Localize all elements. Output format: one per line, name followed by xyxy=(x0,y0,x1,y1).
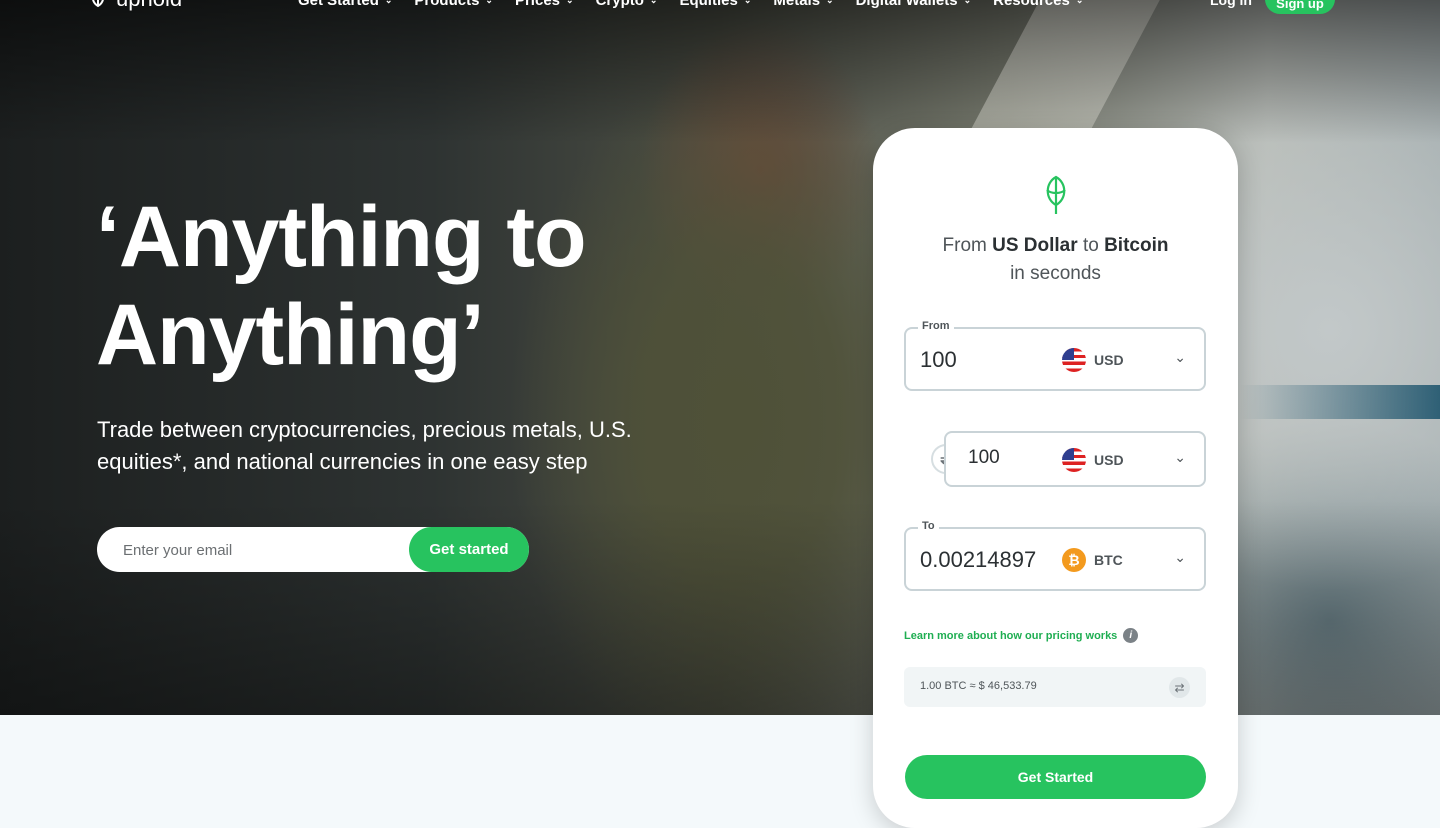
chevron-down-icon: ⌄ xyxy=(743,0,752,5)
chevron-down-icon[interactable]: ⌄ xyxy=(1174,549,1186,566)
chevron-down-icon: ⌄ xyxy=(485,0,493,5)
to-amount[interactable]: 0.00214897 xyxy=(920,547,1036,573)
hero-subtitle: Trade between cryptocurrencies, precious… xyxy=(97,417,632,474)
reverse-rate-icon[interactable]: ⇄ xyxy=(1169,677,1190,698)
top-navigation: uphold Get Started⌄ Products⌄ Prices⌄ Cr… xyxy=(0,0,1440,14)
uphold-leaf-icon xyxy=(1046,175,1066,214)
from-label: From xyxy=(918,320,954,332)
from-amount-field[interactable]: From 100 USD ⌄ xyxy=(904,320,1206,391)
chevron-down-icon: ⌄ xyxy=(1075,0,1084,5)
uphold-logo[interactable]: uphold xyxy=(88,0,182,12)
chevron-down-icon: ⌄ xyxy=(963,0,972,5)
hero-headline: ‘Anything to Anything’ xyxy=(96,189,587,383)
to-amount-field[interactable]: To 0.00214897 ₿ BTC ⌄ xyxy=(904,520,1206,591)
logo-text: uphold xyxy=(116,0,182,12)
exchange-rate-box: 1.00 BTC ≈ $ 46,533.79 ⇄ xyxy=(904,667,1206,707)
from-currency-selector[interactable]: USD xyxy=(1062,348,1124,372)
get-started-button[interactable]: Get started xyxy=(409,527,529,572)
menu-item-products[interactable]: Products ⌄ xyxy=(414,0,493,9)
pricing-info-link[interactable]: Learn more about how our pricing works i xyxy=(904,628,1139,643)
email-signup-form: Get started xyxy=(97,527,529,574)
info-icon[interactable]: i xyxy=(1123,628,1139,643)
chevron-down-icon: ⌄ xyxy=(566,0,574,5)
chevron-down-icon: ⌄ xyxy=(826,0,834,5)
menu-item-resources[interactable]: Resources ⌄ xyxy=(993,0,1083,9)
menu-item-equities[interactable]: Equities ⌄ xyxy=(679,0,751,9)
from-amount[interactable]: 100 xyxy=(920,347,957,373)
login-link[interactable]: Log in xyxy=(1210,0,1252,8)
menu-item-prices[interactable]: Prices ⌄ xyxy=(515,0,574,9)
us-flag-icon xyxy=(1062,448,1086,472)
menu-item-metals[interactable]: Metals ⌄ xyxy=(773,0,833,9)
email-input[interactable] xyxy=(121,527,405,574)
menu-item-digital-wallets[interactable]: Digital Wallets ⌄ xyxy=(856,0,972,9)
chevron-down-icon: ⌄ xyxy=(649,0,658,5)
to-label: To xyxy=(918,520,939,532)
menu-item-crypto[interactable]: Crypto ⌄ xyxy=(596,0,658,9)
us-flag-icon xyxy=(1062,348,1086,372)
widget-get-started-button[interactable]: Get Started xyxy=(905,755,1206,799)
chevron-down-icon[interactable]: ⌄ xyxy=(1174,349,1186,366)
bitcoin-icon: ₿ xyxy=(1062,548,1086,572)
chevron-down-icon[interactable]: ⌄ xyxy=(1174,449,1186,466)
exchange-rate: 1.00 BTC ≈ $ 46,533.79 xyxy=(920,680,1037,692)
middle-amount-field[interactable]: 100 USD ⌄ xyxy=(944,431,1206,487)
chevron-down-icon: ⌄ xyxy=(384,0,393,5)
uphold-logo-icon xyxy=(92,0,104,8)
menu-item-get-started[interactable]: Get Started ⌄ xyxy=(298,0,392,9)
main-menu: Get Started ⌄ Products ⌄ Prices ⌄ Crypto ⌄ E… xyxy=(298,0,1083,9)
middle-amount[interactable]: 100 xyxy=(968,447,1000,469)
middle-currency-selector[interactable]: USD xyxy=(1062,448,1124,472)
to-currency-selector[interactable]: ₿ BTC xyxy=(1062,548,1123,572)
widget-title: From US Dollar to Bitcoin in seconds xyxy=(942,235,1169,284)
signup-button[interactable]: Sign up xyxy=(1265,0,1335,14)
